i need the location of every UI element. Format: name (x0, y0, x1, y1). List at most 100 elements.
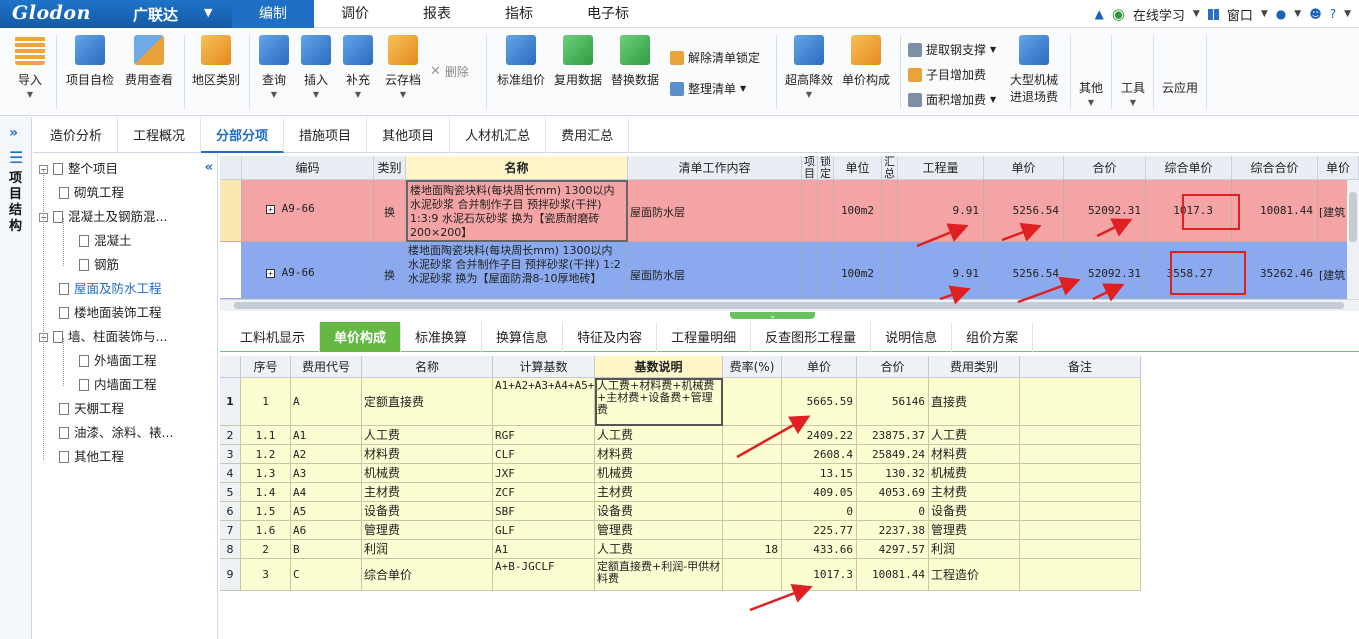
expand-icon[interactable]: + (266, 269, 275, 278)
cloud-app-button[interactable]: 云应用 (1160, 79, 1200, 96)
tab-labor-material-display[interactable]: 工料机显示 (226, 322, 321, 352)
cell-quantity[interactable]: 9.91 (898, 242, 984, 299)
cell-remarks[interactable] (1020, 559, 1141, 591)
row-number[interactable]: 5 (220, 483, 241, 502)
other-menu-button[interactable]: 其他 ▼ (1076, 79, 1106, 107)
cell-base[interactable]: A+B-JGCLF (493, 559, 595, 591)
cell-name[interactable]: 综合单价 (362, 559, 493, 591)
tab-project-overview[interactable]: 工程概况 (118, 117, 202, 153)
cell-name[interactable]: 材料费 (362, 445, 493, 464)
cell-unit-price[interactable]: 225.77 (782, 521, 857, 540)
cell-total[interactable]: 52092.31 (1064, 242, 1146, 299)
col-header-work-content[interactable]: 清单工作内容 (628, 156, 802, 180)
cell-type[interactable]: 换 (374, 242, 406, 299)
cell-summary[interactable] (882, 180, 898, 242)
supplement-button[interactable]: 补充 ▼ (340, 35, 376, 99)
col-header-base[interactable]: 计算基数 (493, 356, 595, 378)
col-header-total[interactable]: 合价 (1064, 156, 1146, 180)
standard-pricing-button[interactable]: 标准组价 (493, 35, 549, 88)
cell-remarks[interactable] (1020, 445, 1141, 464)
cell-name[interactable]: 利润 (362, 540, 493, 559)
cell-fee-code[interactable]: B (291, 540, 362, 559)
cell-fee-category[interactable]: 工程造价 (929, 559, 1020, 591)
cell-fee-category[interactable]: 材料费 (929, 445, 1020, 464)
grid-horizontal-scrollbar[interactable] (220, 299, 1359, 311)
row-number[interactable]: 7 (220, 521, 241, 540)
large-machinery-button[interactable]: 大型机械 进退场费 (1006, 35, 1062, 105)
cell-total[interactable]: 56146 (857, 378, 929, 426)
cell-fee-category[interactable]: 直接费 (929, 378, 1020, 426)
tab-reverse-graphic-quantity[interactable]: 反查图形工程量 (751, 322, 872, 352)
cell-remarks[interactable] (1020, 521, 1141, 540)
cell-remarks[interactable] (1020, 502, 1141, 521)
chevron-down-icon[interactable]: ▼ (1344, 9, 1351, 19)
extract-steel-support-button[interactable]: 提取钢支撑 ▼ (908, 41, 996, 58)
cell-base[interactable]: RGF (493, 426, 595, 445)
cell-seq[interactable]: 2 (241, 540, 291, 559)
col-header-total[interactable]: 合价 (857, 356, 929, 378)
cell-unit-price[interactable]: 5256.54 (984, 242, 1064, 299)
col-header-unit-price[interactable]: 单价 (782, 356, 857, 378)
cell-unit-price[interactable]: 2608.4 (782, 445, 857, 464)
cell-rate[interactable] (723, 426, 782, 445)
tab-conversion-info[interactable]: 换算信息 (482, 322, 564, 352)
col-header-unit[interactable]: 单位 (834, 156, 882, 180)
cell-base-desc[interactable]: 主材费 (595, 483, 723, 502)
cell-name[interactable]: 楼地面陶瓷块料(每块周长mm) 1300以内 水泥砂浆 合并制作子目 预拌砂浆(… (406, 242, 628, 299)
cell-name[interactable]: 人工费 (362, 426, 493, 445)
cell-fee-category[interactable]: 利润 (929, 540, 1020, 559)
cell-name[interactable]: 机械费 (362, 464, 493, 483)
expand-panel-icon[interactable]: » (9, 125, 18, 141)
cell-code[interactable]: + A9-66 (242, 242, 374, 299)
cell-seq[interactable]: 1.1 (241, 426, 291, 445)
cell-base[interactable]: A1+A2+A3+A4+A5+A6 (493, 378, 595, 426)
cell-item[interactable] (802, 242, 818, 299)
chevron-down-icon[interactable]: ▼ (1193, 9, 1200, 19)
menu-icon[interactable]: ☰ (9, 148, 23, 167)
tree-node-item-selected[interactable]: 屋面及防水工程 (59, 278, 162, 300)
cell-fee-category[interactable]: 机械费 (929, 464, 1020, 483)
cell-rate[interactable] (723, 445, 782, 464)
tab-measures[interactable]: 措施项目 (284, 117, 368, 153)
cell-unit-price[interactable]: 1017.3 (782, 559, 857, 591)
cell-base-desc[interactable]: 人工费+材料费+机械费+主材费+设备费+管理费 (595, 378, 723, 426)
cell-lock[interactable] (818, 180, 834, 242)
col-header-name[interactable]: 名称 (362, 356, 493, 378)
cell-rate[interactable] (723, 483, 782, 502)
col-header-name[interactable]: 名称 (406, 156, 628, 180)
col-header-seq[interactable]: 序号 (241, 356, 291, 378)
cell-total[interactable]: 4053.69 (857, 483, 929, 502)
cell-total[interactable]: 0 (857, 502, 929, 521)
row-number[interactable]: 8 (220, 540, 241, 559)
cell-seq[interactable]: 1.4 (241, 483, 291, 502)
cell-remarks[interactable] (1020, 483, 1141, 502)
cell-seq[interactable]: 1.2 (241, 445, 291, 464)
tree-node-item[interactable]: 油漆、涂料、裱... (59, 422, 173, 444)
col-header-lock[interactable]: 锁定 (818, 156, 834, 180)
cell-base-desc[interactable]: 管理费 (595, 521, 723, 540)
cell-seq[interactable]: 3 (241, 559, 291, 591)
cell-base[interactable]: SBF (493, 502, 595, 521)
cell-work-content[interactable]: 屋面防水层 (628, 242, 802, 299)
cell-fee-code[interactable]: A1 (291, 426, 362, 445)
region-button[interactable]: 地区类别 (190, 35, 242, 88)
cell-base-desc[interactable]: 设备费 (595, 502, 723, 521)
tree-node-item[interactable]: 天棚工程 (59, 398, 124, 420)
cell-base-desc[interactable]: 定额直接费+利润-甲供材料费 (595, 559, 723, 591)
cell-remarks[interactable] (1020, 464, 1141, 483)
cell-seq[interactable]: 1.3 (241, 464, 291, 483)
cell-total[interactable]: 2237.38 (857, 521, 929, 540)
cell-base[interactable]: GLF (493, 521, 595, 540)
tab-labor-material-summary[interactable]: 人材机汇总 (450, 117, 547, 153)
tree-node-item[interactable]: 楼地面装饰工程 (59, 302, 162, 324)
col-header-code[interactable]: 编码 (242, 156, 374, 180)
cell-fee-category[interactable]: 管理费 (929, 521, 1020, 540)
self-check-button[interactable]: 项目自检 (63, 35, 117, 88)
cell-rate[interactable] (723, 521, 782, 540)
help-button[interactable]: ? (1330, 7, 1336, 21)
menu-reports[interactable]: 报表 (396, 0, 478, 28)
fee-view-button[interactable]: 费用查看 (122, 35, 176, 88)
col-header-fee-category[interactable]: 费用类别 (929, 356, 1020, 378)
col-header-rate[interactable]: 费率(%) (723, 356, 782, 378)
cell-work-content[interactable]: 屋面防水层 (628, 180, 802, 242)
